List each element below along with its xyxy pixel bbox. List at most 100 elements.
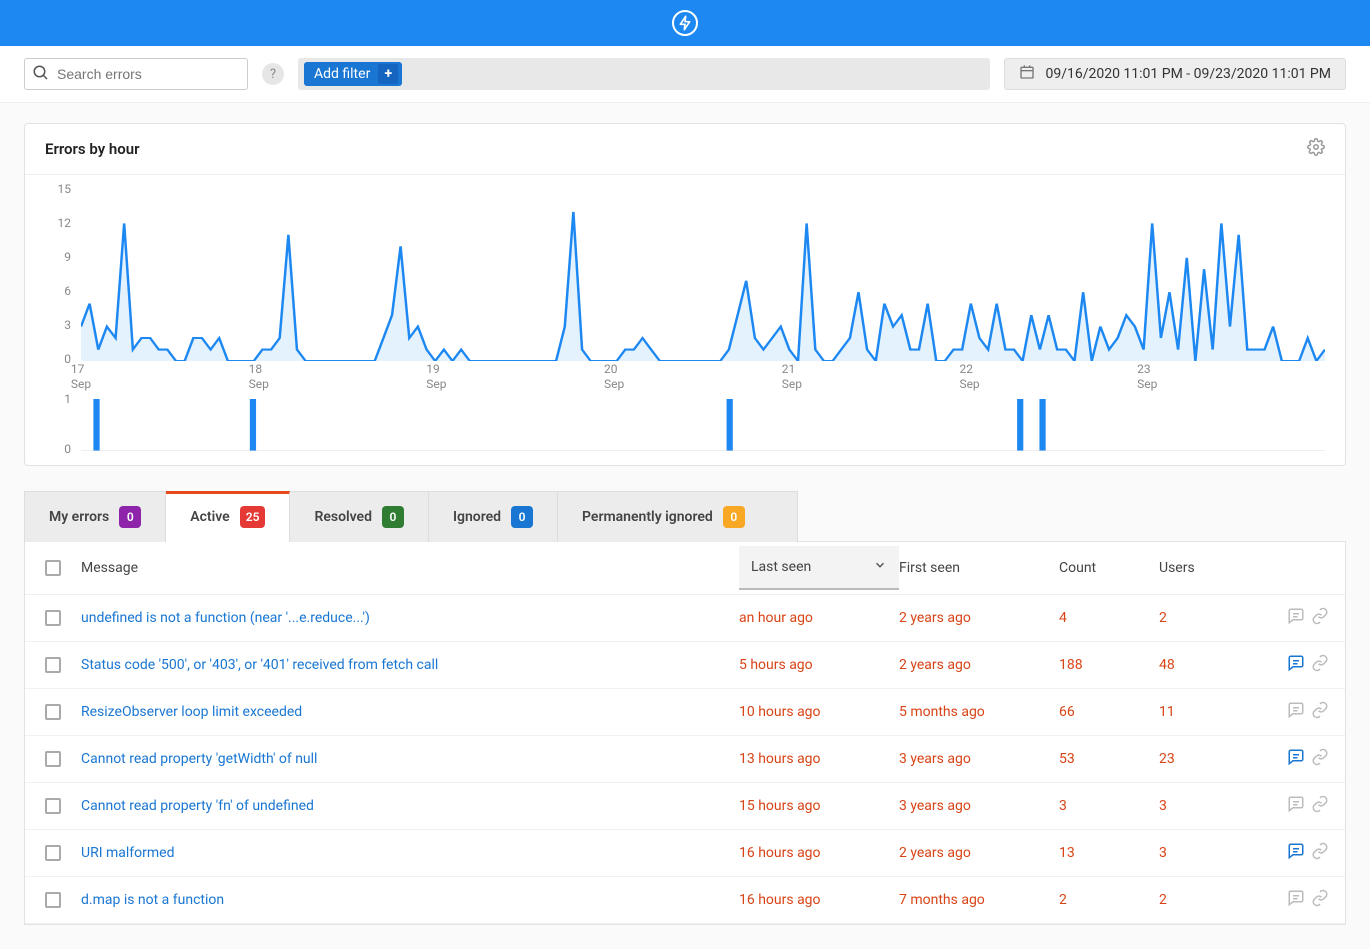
y-tick: 1 <box>64 392 71 406</box>
search-input[interactable] <box>24 58 248 90</box>
tab-resolved[interactable]: Resolved0 <box>290 491 429 542</box>
link-icon[interactable] <box>1311 607 1329 629</box>
link-icon[interactable] <box>1311 889 1329 911</box>
users-value: 3 <box>1159 798 1259 814</box>
first-seen-value: 2 years ago <box>899 610 1059 626</box>
tab-perm-ignored[interactable]: Permanently ignored 0 <box>558 491 798 542</box>
add-filter-button[interactable]: Add filter + <box>304 62 402 86</box>
checkbox-icon <box>45 560 61 576</box>
col-count[interactable]: Count <box>1059 560 1159 576</box>
row-select[interactable] <box>25 892 81 908</box>
filter-bar[interactable]: Add filter + <box>298 58 990 90</box>
row-select[interactable] <box>25 704 81 720</box>
row-select[interactable] <box>25 657 81 673</box>
row-select[interactable] <box>25 845 81 861</box>
row-select[interactable] <box>25 610 81 626</box>
tab-active[interactable]: Active25 <box>166 491 290 542</box>
x-tick: 17Sep <box>71 362 91 391</box>
table-row: undefined is not a function (near '...e.… <box>25 595 1345 642</box>
app-topbar <box>0 0 1370 46</box>
y-tick: 15 <box>58 182 72 196</box>
checkbox-icon <box>45 798 61 814</box>
count-value: 3 <box>1059 798 1159 814</box>
error-message-link[interactable]: ResizeObserver loop limit exceeded <box>81 704 739 720</box>
checkbox-icon <box>45 610 61 626</box>
panel-title: Errors by hour <box>45 140 140 158</box>
x-tick: 20Sep <box>604 362 624 391</box>
row-select[interactable] <box>25 751 81 767</box>
x-tick: 23Sep <box>1137 362 1157 391</box>
toolbar: ? Add filter + 09/16/2020 11:01 PM - 09/… <box>0 46 1370 103</box>
content: Errors by hour 0369121517Sep18Sep19Sep20… <box>0 103 1370 949</box>
comment-icon[interactable] <box>1287 795 1305 817</box>
error-message-link[interactable]: Cannot read property 'fn' of undefined <box>81 798 739 814</box>
link-icon[interactable] <box>1311 748 1329 770</box>
comment-icon[interactable] <box>1287 748 1305 770</box>
tab-badge: 0 <box>511 506 533 528</box>
error-message-link[interactable]: Status code '500', or '403', or '401' re… <box>81 657 739 673</box>
col-users[interactable]: Users <box>1159 560 1259 576</box>
error-message-link[interactable]: undefined is not a function (near '...e.… <box>81 610 739 626</box>
tab-badge: 0 <box>723 506 745 528</box>
count-value: 4 <box>1059 610 1159 626</box>
col-last-seen[interactable]: Last seen <box>739 546 899 590</box>
errors-chart-panel: Errors by hour 0369121517Sep18Sep19Sep20… <box>24 123 1346 466</box>
count-value: 53 <box>1059 751 1159 767</box>
plus-icon: + <box>378 64 398 84</box>
checkbox-icon <box>45 751 61 767</box>
row-actions <box>1259 795 1329 817</box>
link-icon[interactable] <box>1311 654 1329 676</box>
row-actions <box>1259 842 1329 864</box>
tab-ignored[interactable]: Ignored 0 <box>429 491 558 542</box>
comment-icon[interactable] <box>1287 607 1305 629</box>
link-icon[interactable] <box>1311 842 1329 864</box>
tab-label: Ignored <box>453 509 501 525</box>
first-seen-value: 2 years ago <box>899 845 1059 861</box>
tabs-section: My errors0Active25Resolved0Ignored0Perma… <box>24 490 1346 925</box>
table-row: d.map is not a function16 hours ago7 mon… <box>25 877 1345 924</box>
tabs: My errors0Active25Resolved0Ignored0Perma… <box>24 490 1346 541</box>
tab-badge: 25 <box>240 506 266 528</box>
last-seen-value: an hour ago <box>739 610 899 626</box>
first-seen-value: 7 months ago <box>899 892 1059 908</box>
error-message-link[interactable]: Cannot read property 'getWidth' of null <box>81 751 739 767</box>
comment-icon[interactable] <box>1287 842 1305 864</box>
errors-table: Message Last seen First seen Count Users… <box>24 541 1346 925</box>
col-first-seen[interactable]: First seen <box>899 560 1059 576</box>
last-seen-value: 10 hours ago <box>739 704 899 720</box>
table-row: URI malformed16 hours ago2 years ago133 <box>25 830 1345 877</box>
last-seen-value: 16 hours ago <box>739 892 899 908</box>
count-value: 2 <box>1059 892 1159 908</box>
checkbox-icon <box>45 845 61 861</box>
tab-label: Permanently ignored <box>582 509 713 525</box>
row-select[interactable] <box>25 798 81 814</box>
first-seen-value: 3 years ago <box>899 798 1059 814</box>
tab-my-errors[interactable]: My errors0 <box>24 491 166 542</box>
count-value: 188 <box>1059 657 1159 673</box>
row-actions <box>1259 701 1329 723</box>
calendar-icon <box>1019 64 1035 84</box>
col-message[interactable]: Message <box>81 560 739 576</box>
row-actions <box>1259 654 1329 676</box>
users-value: 48 <box>1159 657 1259 673</box>
y-tick: 12 <box>58 216 72 230</box>
checkbox-icon <box>45 657 61 673</box>
link-icon[interactable] <box>1311 701 1329 723</box>
checkbox-icon <box>45 892 61 908</box>
search-wrap <box>24 58 248 90</box>
date-range-picker[interactable]: 09/16/2020 11:01 PM - 09/23/2020 11:01 P… <box>1004 58 1346 90</box>
gear-icon[interactable] <box>1307 138 1325 160</box>
comment-icon[interactable] <box>1287 889 1305 911</box>
select-all-cell[interactable] <box>25 560 81 576</box>
tab-label: My errors <box>49 509 109 525</box>
last-seen-value: 5 hours ago <box>739 657 899 673</box>
x-tick: 18Sep <box>249 362 269 391</box>
comment-icon[interactable] <box>1287 701 1305 723</box>
error-message-link[interactable]: URI malformed <box>81 845 739 861</box>
error-message-link[interactable]: d.map is not a function <box>81 892 739 908</box>
comment-icon[interactable] <box>1287 654 1305 676</box>
link-icon[interactable] <box>1311 795 1329 817</box>
table-row: Status code '500', or '403', or '401' re… <box>25 642 1345 689</box>
help-button[interactable]: ? <box>262 63 284 85</box>
tab-badge: 0 <box>382 506 404 528</box>
